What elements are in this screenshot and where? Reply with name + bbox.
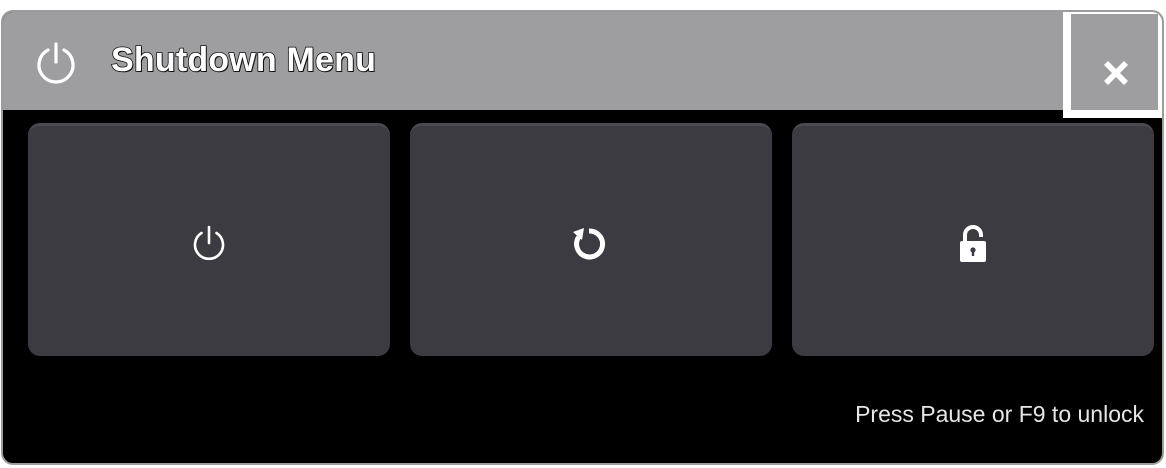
shutdown-button[interactable]	[28, 123, 390, 356]
lock-icon	[960, 225, 986, 262]
restart-icon	[573, 228, 606, 260]
close-x-icon	[1104, 61, 1128, 85]
title-bar: Shutdown Menu	[3, 12, 1067, 110]
power-icon	[33, 40, 79, 86]
close-button[interactable]	[1063, 12, 1162, 118]
dialog-title: Shutdown Menu	[110, 40, 377, 80]
shutdown-dialog: Shutdown Menu Press Pause or F9 to unloc…	[1, 10, 1164, 465]
power-icon	[193, 225, 225, 261]
unlock-hint: Press Pause or F9 to unlock	[855, 401, 1144, 427]
restart-button[interactable]	[410, 123, 772, 356]
lock-button[interactable]	[792, 123, 1154, 356]
